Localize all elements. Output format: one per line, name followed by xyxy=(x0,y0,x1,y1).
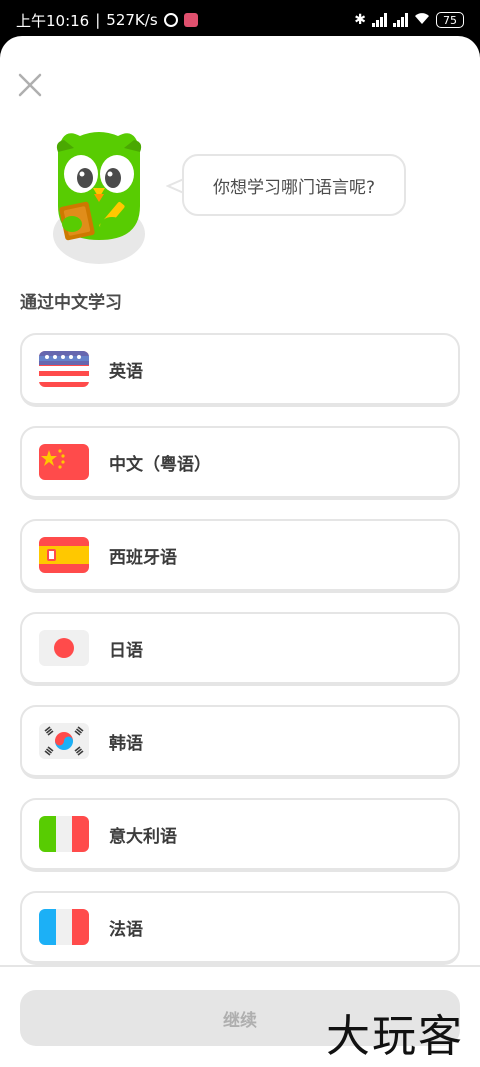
status-divider: | xyxy=(95,11,101,29)
watermark-text: 大玩客 xyxy=(326,1011,464,1062)
app-notification-icon xyxy=(183,13,198,27)
status-bar: 上午10:16 | 527K/s ✱ 75 xyxy=(0,0,480,40)
speech-bubble: 你想学习哪门语言呢? xyxy=(182,154,406,216)
close-icon xyxy=(18,73,42,97)
language-label: 西班牙语 xyxy=(109,547,177,568)
language-label: 韩语 xyxy=(109,733,143,754)
signal-icon xyxy=(372,13,387,27)
wifi-icon xyxy=(414,11,430,29)
status-net-speed: 527K/s xyxy=(106,11,158,29)
language-option-french[interactable]: 法语 xyxy=(20,891,460,965)
korea-flag-icon xyxy=(39,723,89,759)
language-option-japanese[interactable]: 日语 xyxy=(20,612,460,686)
france-flag-icon xyxy=(39,909,89,945)
signal-icon-2 xyxy=(393,13,408,27)
china-flag-icon xyxy=(39,444,89,480)
language-label: 日语 xyxy=(109,640,143,661)
language-label: 中文（粤语） xyxy=(109,454,211,475)
bluetooth-icon: ✱ xyxy=(354,12,366,28)
alarm-icon xyxy=(163,13,178,27)
language-option-spanish[interactable]: 西班牙语 xyxy=(20,519,460,593)
battery-indicator: 75 xyxy=(436,12,464,28)
status-time: 上午10:16 xyxy=(16,11,90,30)
language-option-cantonese[interactable]: 中文（粤语） xyxy=(20,426,460,500)
section-title: 通过中文学习 xyxy=(20,293,122,313)
status-bar-left: 上午10:16 | 527K/s xyxy=(16,10,198,31)
italy-flag-icon xyxy=(39,816,89,852)
japan-flag-icon xyxy=(39,630,89,666)
duo-owl-mascot xyxy=(44,122,154,272)
us-flag-icon xyxy=(39,351,89,387)
language-list: 英语 中文（粤语） 西班牙语 日语 韩语 意大利语 法语 xyxy=(20,333,460,984)
status-bar-right: ✱ 75 xyxy=(354,11,464,29)
close-button[interactable] xyxy=(17,72,43,98)
language-label: 英语 xyxy=(109,361,143,382)
language-label: 法语 xyxy=(109,919,143,940)
spain-flag-icon xyxy=(39,537,89,573)
language-option-italian[interactable]: 意大利语 xyxy=(20,798,460,872)
language-picker-sheet: 你想学习哪门语言呢? 通过中文学习 英语 中文（粤语） 西班牙语 日语 韩语 意… xyxy=(0,36,480,1067)
language-label: 意大利语 xyxy=(109,826,177,847)
language-option-english[interactable]: 英语 xyxy=(20,333,460,407)
language-option-korean[interactable]: 韩语 xyxy=(20,705,460,779)
